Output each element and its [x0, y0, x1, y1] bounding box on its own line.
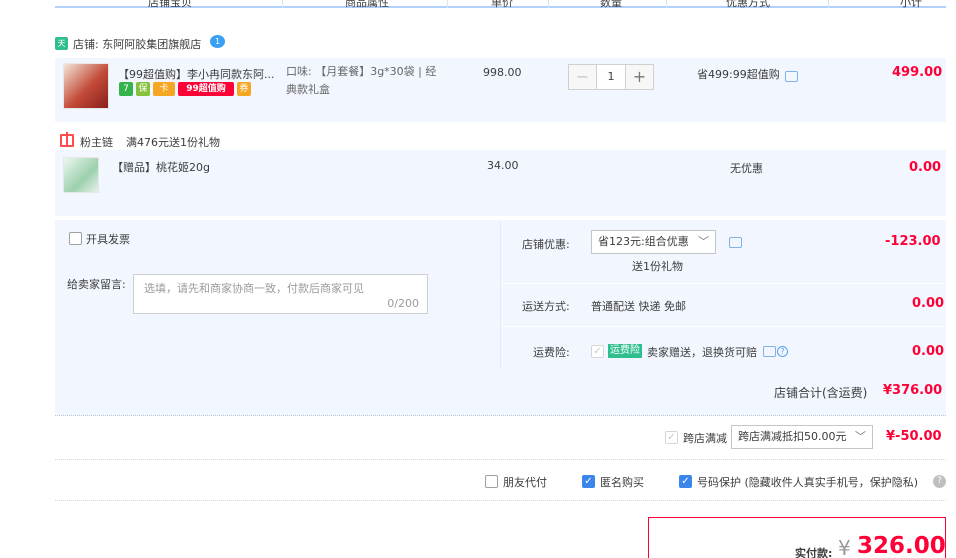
payment-amount: 326.00 — [857, 533, 946, 558]
insurance-amount: 0.00 — [912, 344, 945, 359]
shop-discount-label: 店铺优惠: — [522, 238, 570, 251]
cross-store-label: 跨店满减 — [683, 432, 727, 445]
99-deal-icon[interactable]: 99超值购 — [178, 82, 234, 96]
friend-pay-label: 朋友代付 — [503, 476, 547, 489]
header-col-attributes: 商品属性 — [345, 0, 389, 9]
comment-icon[interactable] — [729, 237, 742, 248]
help-icon[interactable]: ? — [777, 346, 788, 357]
divider — [55, 459, 946, 460]
currency-symbol: ¥ — [838, 536, 851, 558]
guarantee-icon[interactable]: 保 — [136, 82, 150, 96]
message-label: 给卖家留言: — [67, 278, 126, 291]
shop-total-amount: ¥376.00 — [883, 383, 943, 398]
header-col-discount: 优惠方式 — [726, 0, 770, 9]
shipping-label: 运送方式: — [522, 300, 570, 313]
gift-title-link[interactable]: 【赠品】桃花姬20g — [112, 159, 210, 175]
seller-message-input[interactable]: 选填，请先和商家协商一致，付款后商家可见 0/200 — [133, 274, 428, 314]
coupon-icon[interactable]: 券 — [237, 82, 251, 96]
shop-discount-select[interactable]: 省123元:组合优惠 ﹀ — [591, 230, 716, 254]
panel-divider — [500, 222, 501, 368]
header-divider — [447, 0, 448, 8]
insurance-label: 运费险: — [533, 346, 570, 359]
shop-discount-selected: 省123元:组合优惠 — [598, 235, 689, 248]
header-col-shop-item: 店铺宝贝 — [148, 0, 192, 9]
seven-day-return-icon[interactable]: 7 — [119, 82, 133, 96]
quantity-increase-button[interactable]: + — [626, 65, 653, 89]
invoice-label: 开具发票 — [86, 233, 130, 246]
number-protect-label: 号码保护 (隐藏收件人真实手机号，保护隐私) — [697, 476, 919, 489]
gift-icon — [60, 132, 74, 147]
discount-method: 省499:99超值购 — [697, 68, 780, 81]
quantity-decrease-button[interactable]: − — [569, 65, 596, 89]
shipping-amount: 0.00 — [912, 296, 945, 311]
sku-line: 口味: 【月套餐】3g*30袋 | 经 — [286, 65, 437, 78]
product-thumbnail[interactable] — [63, 63, 109, 109]
divider — [55, 500, 946, 501]
help-icon[interactable]: ? — [933, 475, 946, 488]
message-char-count: 0/200 — [387, 297, 419, 310]
friend-pay-checkbox[interactable] — [485, 475, 498, 488]
cross-store-selected: 跨店满减抵扣50.00元 — [738, 430, 847, 443]
header-divider — [666, 0, 667, 8]
chat-bubble-icon[interactable]: 1 — [210, 35, 225, 48]
product-sku: 口味: 【月套餐】3g*30袋 | 经 典款礼盒 — [286, 63, 436, 99]
anonymous-label: 匿名购买 — [600, 476, 644, 489]
header-divider — [548, 0, 549, 8]
comment-icon[interactable] — [785, 71, 798, 82]
unit-price: 998.00 — [483, 66, 522, 79]
shop-discount-amount: -123.00 — [885, 234, 941, 249]
invoice-checkbox[interactable] — [69, 232, 82, 245]
panel-divider — [502, 283, 944, 284]
gift-discount-method: 无优惠 — [730, 162, 763, 175]
insurance-tag: 运费险 — [608, 344, 642, 358]
header-col-subtotal: 小计 — [900, 0, 922, 9]
insurance-checkbox: ✓ — [591, 345, 604, 358]
comment-icon[interactable] — [763, 346, 776, 357]
cross-store-checkbox: ✓ — [665, 431, 678, 444]
product-title-link[interactable]: 【99超值购】李小冉同款东阿... — [118, 66, 275, 82]
promo-label: 粉主链 — [80, 136, 113, 149]
card-icon[interactable]: 卡 — [153, 82, 175, 96]
panel-divider — [502, 326, 944, 327]
gift-thumbnail[interactable] — [63, 157, 99, 193]
header-divider — [282, 0, 283, 8]
shop-name-link[interactable]: 店铺: 东阿阿胶集团旗舰店 — [73, 36, 201, 52]
gift-unit-price: 34.00 — [487, 159, 519, 172]
anonymous-checkbox[interactable]: ✓ — [582, 475, 595, 488]
sku-line: 典款礼盒 — [286, 83, 330, 96]
tmall-shop-icon: 天 — [55, 37, 68, 50]
quantity-input[interactable]: 1 — [596, 65, 626, 89]
cross-store-select[interactable]: 跨店满减抵扣50.00元 ﹀ — [731, 425, 873, 449]
payment-label: 实付款: — [795, 547, 833, 558]
promo-description: 满476元送1份礼物 — [126, 136, 220, 149]
shipping-method: 普通配送 快递 免邮 — [591, 300, 686, 313]
header-col-unit-price: 单价 — [491, 0, 513, 9]
insurance-description: 卖家赠送，退换货可赔 — [647, 346, 757, 359]
cross-store-amount: ¥-50.00 — [886, 429, 942, 444]
number-protect-checkbox[interactable]: ✓ — [679, 475, 692, 488]
header-divider — [828, 0, 829, 8]
quantity-stepper[interactable]: − 1 + — [568, 64, 654, 90]
message-placeholder: 选填，请先和商家协商一致，付款后商家可见 — [144, 282, 364, 295]
shop-discount-gift: 送1份礼物 — [632, 260, 683, 273]
gift-subtotal: 0.00 — [909, 160, 942, 175]
shop-total-label: 店铺合计(含运费) — [774, 386, 868, 400]
header-col-quantity: 数量 — [600, 0, 622, 9]
chevron-down-icon: ﹀ — [855, 430, 866, 443]
item-subtotal: 499.00 — [892, 65, 943, 80]
chevron-down-icon: ﹀ — [698, 235, 709, 248]
